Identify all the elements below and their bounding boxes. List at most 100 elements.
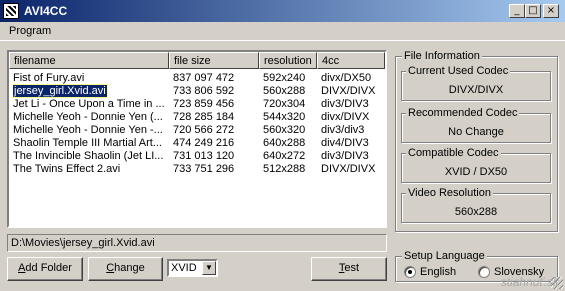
row-4cc-text: divx/DX50	[321, 72, 372, 84]
close-button[interactable]: ×	[543, 4, 559, 18]
codec-select[interactable]: XVID ▼	[167, 259, 218, 277]
row-resolution-text: 512x288	[263, 163, 306, 175]
english-radio[interactable]	[404, 266, 416, 278]
row-filename: Michelle Yeoh - Donnie Yen -...	[13, 123, 165, 137]
row-resolution-text: 544x320	[263, 111, 306, 123]
dropdown-arrow-icon[interactable]: ▼	[202, 261, 216, 275]
recommended-codec-value: No Change	[448, 126, 504, 138]
row-resolution: 720x304	[263, 97, 317, 111]
row-filename: Michelle Yeoh - Donnie Yen (...	[13, 110, 165, 124]
add-folder-button[interactable]: Add Folder	[7, 257, 83, 281]
row-filename-text: Michelle Yeoh - Donnie Yen -...	[13, 124, 163, 136]
row-4cc: DIVX/DIVX	[321, 84, 383, 98]
title-bar[interactable]: AVI4CC _ □ ×	[0, 0, 565, 22]
table-row[interactable]: The Twins Effect 2.avi 733 751 296 512x288…	[9, 162, 385, 176]
table-row[interactable]: Fist of Fury.avi 837 097 472 592x240 divx/D…	[9, 71, 385, 85]
menu-program[interactable]: Program	[9, 25, 51, 37]
row-file-size-text: 728 285 184	[173, 111, 235, 123]
compatible-codec-value: XVID / DX50	[444, 166, 508, 178]
row-filename: Fist of Fury.avi	[13, 71, 165, 85]
test-button[interactable]: Test	[311, 257, 387, 281]
watermark: stiahnuť.sk	[500, 275, 559, 289]
row-filename-text: Michelle Yeoh - Donnie Yen (...	[13, 111, 163, 123]
maximize-button[interactable]: □	[525, 4, 541, 18]
slovensky-radio[interactable]	[478, 266, 490, 278]
row-file-size-text: 474 249 216	[173, 137, 235, 149]
row-file-size: 720 566 272	[173, 123, 259, 137]
row-filename: jersey_girl.Xvid.avi	[13, 84, 165, 98]
current-codec-value: DIVX/DIVX	[448, 84, 504, 96]
file-list[interactable]: filename file size resolution 4cc Fist o…	[7, 50, 387, 228]
row-file-size-text: 720 566 272	[173, 124, 235, 136]
app-icon[interactable]	[3, 3, 19, 19]
menu-bar: Program	[0, 22, 565, 41]
selected-file-path: D:\Movies\jersey_girl.Xvid.avi	[7, 234, 387, 252]
minimize-button[interactable]: _	[509, 4, 525, 18]
row-file-size-text: 723 859 456	[173, 98, 235, 110]
row-file-size-text: 731 013 120	[173, 150, 235, 162]
row-4cc: div3/DIV3	[321, 149, 383, 163]
row-filename-text: The Invincible Shaolin (Jet LI...	[13, 150, 164, 162]
row-resolution: 560x288	[263, 84, 317, 98]
add-folder-label: dd Folder	[25, 262, 72, 274]
row-4cc: div3/div3	[321, 123, 383, 137]
table-row[interactable]: Jet Li - Once Upon a Time in ... 723 859 …	[9, 97, 385, 111]
table-row[interactable]: Michelle Yeoh - Donnie Yen (... 728 285 1…	[9, 110, 385, 124]
row-4cc-text: DIVX/DIVX	[321, 85, 376, 97]
setup-language-title: Setup Language	[402, 250, 487, 262]
table-row[interactable]: Michelle Yeoh - Donnie Yen -... 720 566 2…	[9, 123, 385, 137]
change-button[interactable]: Change	[88, 257, 163, 281]
row-4cc: div4/DIV3	[321, 136, 383, 150]
test-label: est	[344, 262, 360, 274]
english-label[interactable]: English	[420, 266, 456, 278]
column-header-resolution[interactable]: resolution	[259, 52, 317, 69]
codec-select-value: XVID	[171, 262, 197, 274]
row-4cc-text: div4/DIV3	[321, 137, 369, 149]
compatible-codec-box: Compatible Codec XVID / DX50	[401, 147, 551, 183]
row-filename-text: Jet Li - Once Upon a Time in ...	[13, 98, 165, 110]
row-filename-text: The Twins Effect 2.avi	[13, 163, 121, 175]
table-row[interactable]: jersey_girl.Xvid.avi 733 806 592 560x288 DI…	[9, 84, 385, 98]
row-4cc: divx/DIVX	[321, 110, 383, 124]
row-resolution: 560x320	[263, 123, 317, 137]
row-4cc-text: DIVX/DIVX	[321, 163, 376, 175]
row-file-size: 733 806 592	[173, 84, 259, 98]
row-4cc-text: div3/DIV3	[321, 150, 369, 162]
column-header-filename[interactable]: filename	[9, 52, 169, 69]
row-resolution-text: 560x288	[263, 85, 306, 97]
row-4cc: div3/DIV3	[321, 97, 383, 111]
window-title: AVI4CC	[24, 4, 68, 18]
recommended-codec-label: Recommended Codec	[406, 107, 520, 119]
row-resolution: 592x240	[263, 71, 317, 85]
row-4cc-text: divx/DIVX	[321, 111, 370, 123]
row-file-size-text: 733 806 592	[173, 85, 235, 97]
row-resolution: 640x272	[263, 149, 317, 163]
row-file-size-text: 837 097 472	[173, 72, 235, 84]
row-filename: The Invincible Shaolin (Jet LI...	[13, 149, 165, 163]
change-label: hange	[114, 262, 145, 274]
row-filename: Shaolin Temple III Martial Art...	[13, 136, 165, 150]
row-resolution-text: 720x304	[263, 98, 306, 110]
row-4cc: DIVX/DIVX	[321, 162, 383, 176]
column-header-file-size[interactable]: file size	[169, 52, 259, 69]
video-resolution-value: 560x288	[454, 206, 498, 218]
row-file-size: 837 097 472	[173, 71, 259, 85]
row-4cc-text: div3/DIV3	[321, 98, 369, 110]
row-filename-text: Shaolin Temple III Martial Art...	[13, 137, 162, 149]
row-file-size: 723 859 456	[173, 97, 259, 111]
row-resolution-text: 592x240	[263, 72, 306, 84]
change-accel: C	[106, 262, 115, 274]
row-file-size-text: 733 751 296	[173, 163, 235, 175]
table-row[interactable]: The Invincible Shaolin (Jet LI... 731 013…	[9, 149, 385, 163]
table-row[interactable]: Shaolin Temple III Martial Art... 474 249…	[9, 136, 385, 150]
row-4cc: divx/DX50	[321, 71, 383, 85]
column-header-4cc[interactable]: 4cc	[317, 52, 385, 69]
row-file-size: 733 751 296	[173, 162, 259, 176]
row-filename-text: jersey_girl.Xvid.avi	[13, 84, 108, 98]
row-resolution-text: 640x288	[263, 137, 306, 149]
row-resolution-text: 640x272	[263, 150, 306, 162]
row-resolution: 544x320	[263, 110, 317, 124]
current-codec-label: Current Used Codec	[406, 65, 511, 77]
video-resolution-box: Video Resolution 560x288	[401, 187, 551, 223]
compatible-codec-label: Compatible Codec	[406, 147, 501, 159]
